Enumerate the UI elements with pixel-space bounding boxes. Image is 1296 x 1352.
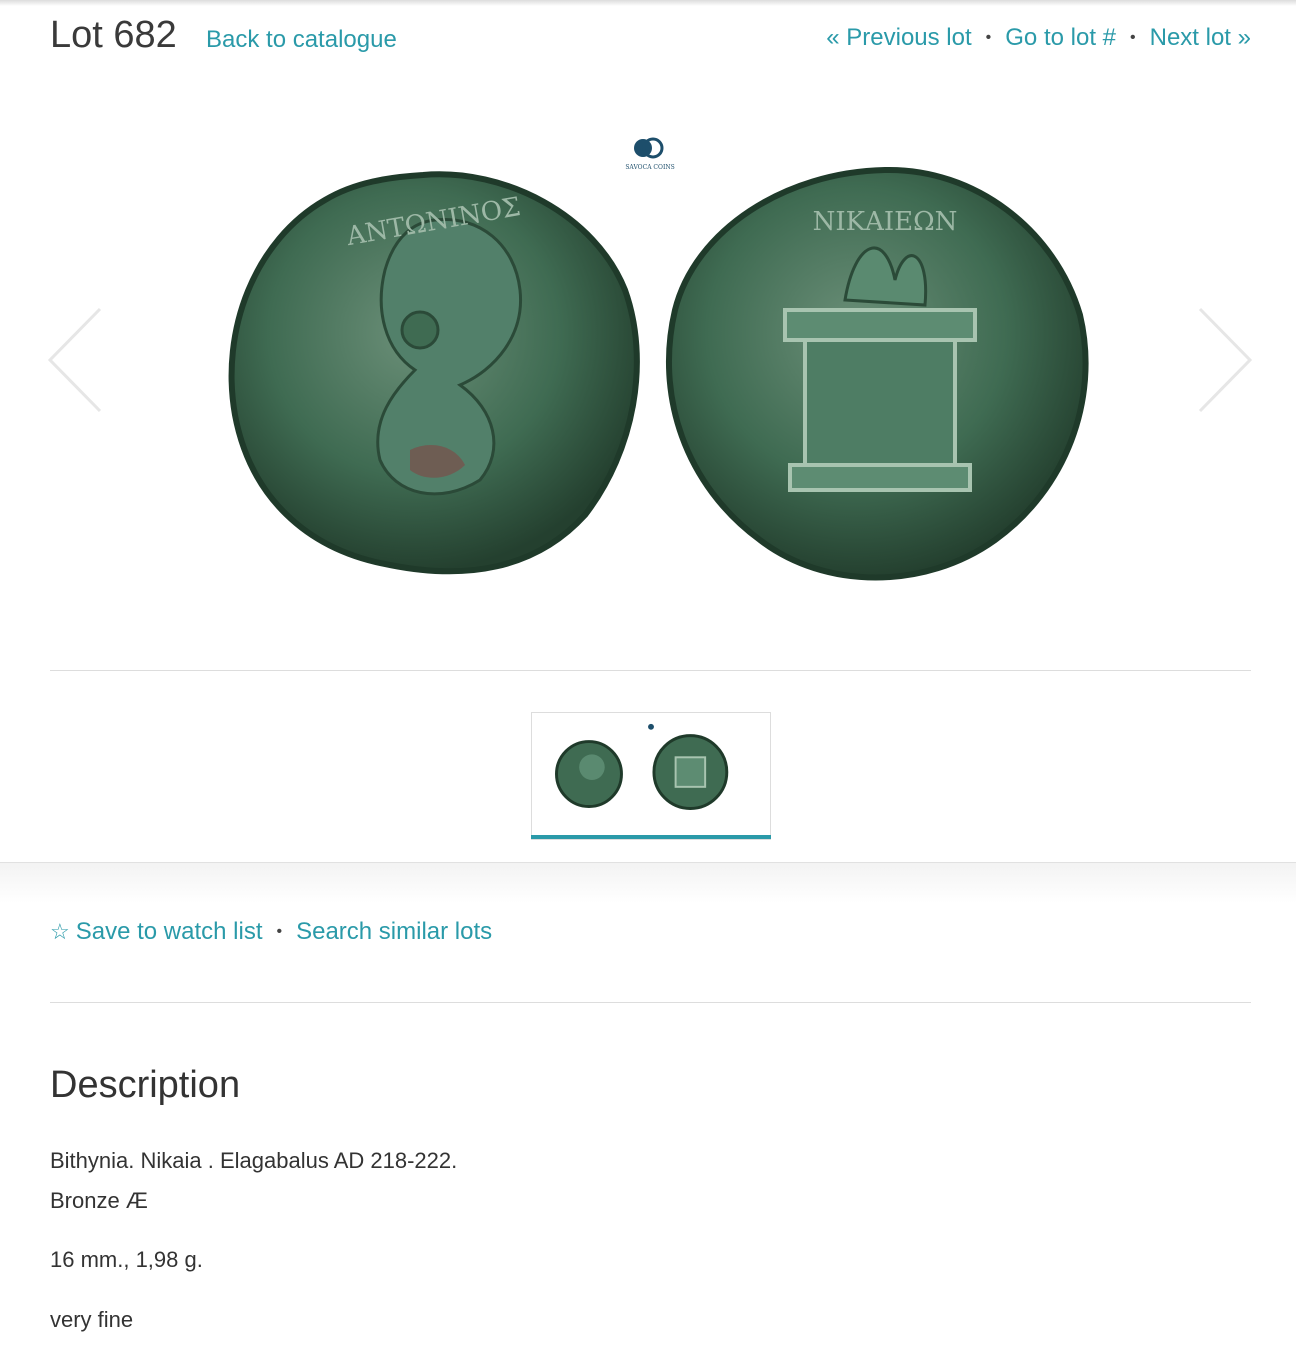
go-to-lot-link[interactable]: Go to lot # bbox=[1005, 24, 1116, 52]
star-outline-icon: ☆ bbox=[50, 919, 70, 944]
nav-separator: • bbox=[1130, 29, 1136, 46]
logo-text: SAVOCA COINS bbox=[625, 164, 674, 171]
active-thumbnail-indicator bbox=[531, 835, 771, 839]
lot-actions: ☆ Save to watch list • Search similar lo… bbox=[50, 918, 492, 946]
next-lot-link[interactable]: Next lot » bbox=[1150, 24, 1251, 52]
lot-navigation: « Previous lot • Go to lot # • Next lot … bbox=[826, 24, 1251, 52]
description-heading: Description bbox=[50, 1064, 241, 1106]
save-to-watch-list-link[interactable]: ☆ Save to watch list bbox=[50, 918, 262, 946]
lot-title: Lot 682 bbox=[50, 14, 177, 56]
description-line: very fine bbox=[50, 1307, 134, 1332]
lot-header: Lot 682 Back to catalogue « Previous lot… bbox=[50, 14, 1251, 64]
description-line: Bithynia. Nikaia . Elagabalus AD 218-222… bbox=[50, 1148, 458, 1173]
actions-divider bbox=[50, 1002, 1251, 1003]
thumbnail-item[interactable] bbox=[531, 712, 771, 840]
coin-image[interactable]: SAVOCA COINS ΑΝΤΩΝΙΝΟΣ ΝΙΚΑΙΕΩΝ bbox=[195, 120, 1115, 610]
chevron-left-icon[interactable] bbox=[44, 305, 104, 415]
coin-obverse: ΑΝΤΩΝΙΝΟΣ bbox=[228, 171, 640, 575]
previous-lot-link[interactable]: « Previous lot bbox=[826, 24, 971, 52]
reverse-legend: ΝΙΚΑΙΕΩΝ bbox=[813, 207, 958, 237]
watch-list-label: Save to watch list bbox=[75, 918, 263, 945]
description-line: Bronze Æ bbox=[50, 1188, 148, 1213]
action-separator: • bbox=[276, 923, 283, 940]
back-to-catalogue-link[interactable]: Back to catalogue bbox=[206, 26, 397, 54]
gallery-divider bbox=[50, 670, 1251, 671]
search-similar-lots-link[interactable]: Search similar lots bbox=[296, 918, 492, 946]
chevron-right-icon[interactable] bbox=[1196, 305, 1256, 415]
image-gallery: SAVOCA COINS ΑΝΤΩΝΙΝΟΣ ΝΙΚΑΙΕΩΝ bbox=[0, 95, 1296, 635]
top-shadow bbox=[0, 0, 1296, 6]
description-line: 16 mm., 1,98 g. bbox=[50, 1247, 203, 1272]
savoca-logo: SAVOCA COINS bbox=[625, 137, 675, 171]
thumbnail-image bbox=[555, 723, 729, 810]
coin-reverse: ΝΙΚΑΙΕΩΝ bbox=[666, 166, 1089, 581]
nav-separator: • bbox=[985, 29, 992, 46]
